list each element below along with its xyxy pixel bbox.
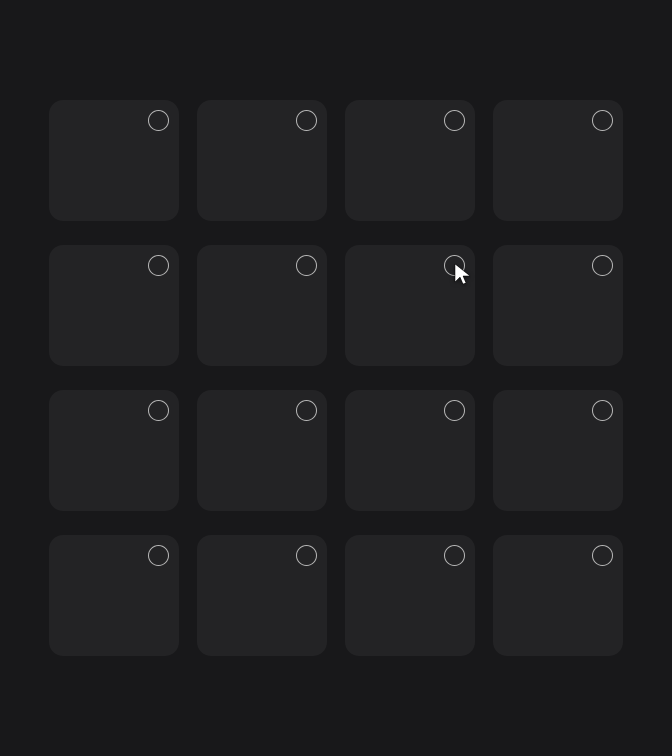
card-grid bbox=[49, 100, 623, 656]
card-2-2[interactable] bbox=[345, 390, 475, 511]
circle-icon bbox=[592, 400, 613, 421]
circle-icon bbox=[148, 110, 169, 131]
circle-icon bbox=[296, 110, 317, 131]
circle-icon bbox=[148, 255, 169, 276]
circle-icon bbox=[592, 255, 613, 276]
circle-icon bbox=[592, 545, 613, 566]
card-0-1[interactable] bbox=[197, 100, 327, 221]
card-2-1[interactable] bbox=[197, 390, 327, 511]
circle-icon bbox=[444, 110, 465, 131]
circle-icon bbox=[296, 400, 317, 421]
card-3-1[interactable] bbox=[197, 535, 327, 656]
card-0-3[interactable] bbox=[493, 100, 623, 221]
card-3-2[interactable] bbox=[345, 535, 475, 656]
card-3-0[interactable] bbox=[49, 535, 179, 656]
circle-icon bbox=[444, 255, 465, 276]
card-2-3[interactable] bbox=[493, 390, 623, 511]
circle-icon bbox=[296, 255, 317, 276]
circle-icon bbox=[296, 545, 317, 566]
circle-icon bbox=[148, 545, 169, 566]
card-1-0[interactable] bbox=[49, 245, 179, 366]
card-2-0[interactable] bbox=[49, 390, 179, 511]
card-1-1[interactable] bbox=[197, 245, 327, 366]
card-1-2[interactable] bbox=[345, 245, 475, 366]
card-0-0[interactable] bbox=[49, 100, 179, 221]
circle-icon bbox=[444, 400, 465, 421]
card-3-3[interactable] bbox=[493, 535, 623, 656]
card-0-2[interactable] bbox=[345, 100, 475, 221]
card-1-3[interactable] bbox=[493, 245, 623, 366]
circle-icon bbox=[592, 110, 613, 131]
circle-icon bbox=[444, 545, 465, 566]
circle-icon bbox=[148, 400, 169, 421]
